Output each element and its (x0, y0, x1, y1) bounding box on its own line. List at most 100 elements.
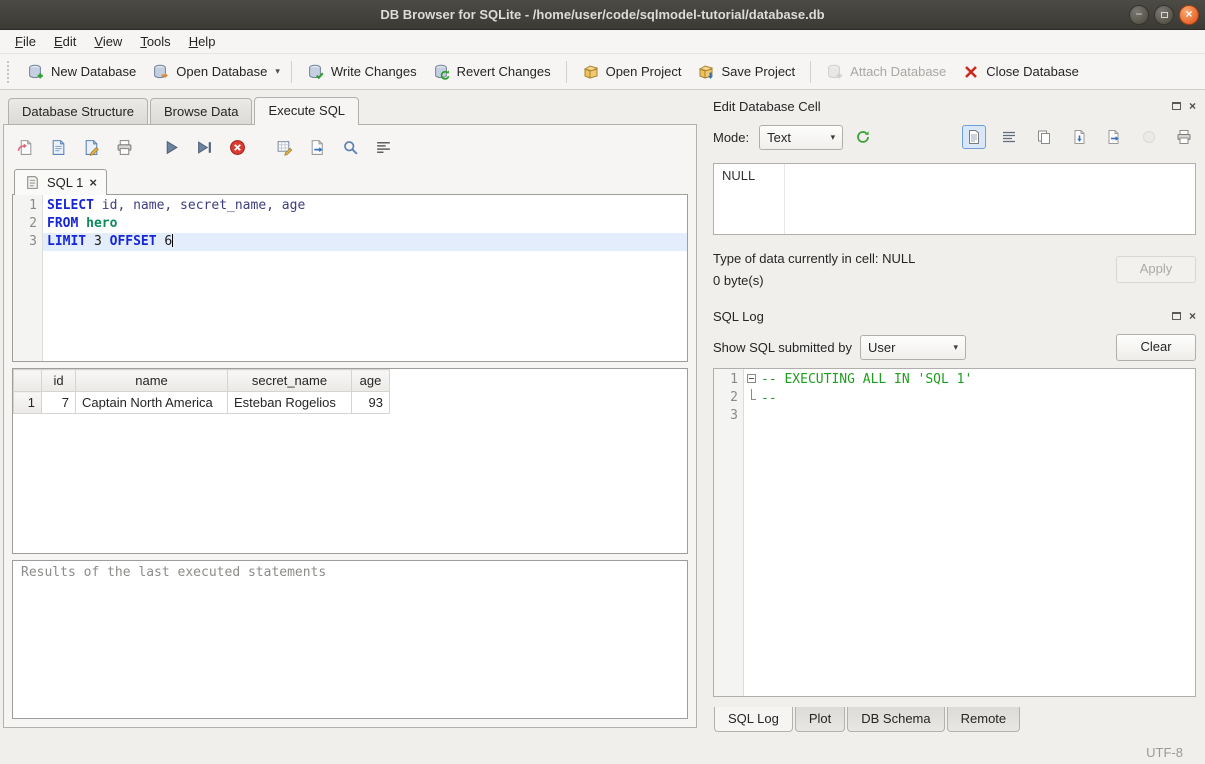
print-icon (116, 139, 133, 156)
text-document-icon (966, 129, 982, 145)
menu-file[interactable]: File (6, 31, 45, 52)
revert-changes-icon (433, 63, 451, 81)
results-message-box[interactable]: Results of the last executed statements (12, 560, 688, 719)
write-changes-button[interactable]: Write Changes (299, 58, 425, 86)
text-mode-button[interactable] (962, 125, 986, 149)
titlebar: DB Browser for SQLite - /home/user/code/… (0, 0, 1205, 30)
close-button[interactable]: × (1179, 5, 1199, 25)
encoding-indicator[interactable]: UTF-8 (1146, 745, 1183, 760)
find-replace-button[interactable] (339, 136, 361, 158)
editor-code-area[interactable]: SELECT id, name, secret_name, age FROM h… (43, 195, 687, 361)
line-number: 2 (13, 215, 37, 233)
sql-1-tab[interactable]: SQL 1 × (14, 169, 107, 195)
cell-secret-name[interactable]: Esteban Rogelios (228, 392, 352, 414)
row-header[interactable]: 1 (14, 392, 42, 414)
open-database-button[interactable]: Open Database (144, 58, 275, 86)
close-database-icon (962, 63, 980, 81)
open-database-dropdown[interactable]: ▾ (275, 64, 284, 79)
revert-changes-button[interactable]: Revert Changes (425, 58, 559, 86)
auto-update-button[interactable] (851, 125, 875, 149)
sql-log-header: SQL Log × (713, 306, 1196, 326)
attach-database-icon (826, 63, 844, 81)
tab-browse-data[interactable]: Browse Data (150, 98, 252, 124)
tab-plot[interactable]: Plot (795, 707, 845, 732)
print-cell-button[interactable] (1172, 125, 1196, 149)
edit-results-icon (276, 139, 293, 156)
dock-float-icon[interactable] (1172, 102, 1181, 110)
results-grid: id name secret_name age 1 7 Captain Nort… (12, 368, 688, 554)
open-sql-file-button[interactable] (14, 136, 36, 158)
right-pane: Edit Database Cell × Mode: Text ▾ (705, 90, 1205, 740)
log-line-1: -- EXECUTING ALL IN 'SQL 1' (744, 371, 1195, 389)
fold-tail-icon (751, 389, 756, 400)
submitter-combo-value: User (868, 340, 895, 355)
edit-cell-title: Edit Database Cell (713, 99, 1172, 114)
word-wrap-button[interactable] (997, 125, 1021, 149)
maximize-button[interactable] (1154, 5, 1174, 25)
chevron-down-icon: ▾ (831, 132, 836, 143)
attach-database-button: Attach Database (818, 58, 954, 86)
copy-icon (1036, 129, 1052, 145)
mode-combo[interactable]: Text ▾ (759, 125, 843, 150)
cell-editor-margin (784, 164, 785, 234)
menu-help[interactable]: Help (180, 31, 225, 52)
minimize-button[interactable]: − (1129, 5, 1149, 25)
open-project-button[interactable]: Open Project (574, 58, 690, 86)
window-close-icon: × (1185, 7, 1192, 21)
tab-remote[interactable]: Remote (947, 707, 1021, 732)
column-header-age[interactable]: age (352, 370, 390, 392)
edit-results-button[interactable] (273, 136, 295, 158)
tab-execute-sql[interactable]: Execute SQL (254, 97, 359, 125)
new-database-button[interactable]: New Database (19, 58, 144, 86)
toolbar-grip[interactable] (7, 61, 13, 83)
window-controls: − × (1129, 5, 1199, 25)
export-results-button[interactable] (306, 136, 328, 158)
tab-database-structure[interactable]: Database Structure (8, 98, 148, 124)
tab-close-icon[interactable]: × (89, 177, 97, 189)
close-database-button[interactable]: Close Database (954, 58, 1087, 86)
export-cell-data-button[interactable] (1102, 125, 1126, 149)
results-message-text: Results of the last executed statements (21, 565, 326, 580)
print-sql-button[interactable] (113, 136, 135, 158)
cell-age[interactable]: 93 (352, 392, 390, 414)
execute-all-button[interactable] (160, 136, 182, 158)
cell-id[interactable]: 7 (42, 392, 76, 414)
print-icon (1176, 129, 1192, 145)
execute-current-line-button[interactable] (193, 136, 215, 158)
format-sql-button[interactable] (372, 136, 394, 158)
menu-tools[interactable]: Tools (131, 31, 179, 52)
clear-log-button[interactable]: Clear (1116, 334, 1196, 361)
column-header-id[interactable]: id (42, 370, 76, 392)
tab-sql-log[interactable]: SQL Log (714, 707, 793, 732)
null-icon (1141, 129, 1157, 145)
stop-icon (229, 139, 246, 156)
stop-execution-button[interactable] (226, 136, 248, 158)
cell-editor[interactable]: NULL (713, 163, 1196, 235)
cell-name[interactable]: Captain North America (76, 392, 228, 414)
fold-marker-icon[interactable] (747, 374, 756, 383)
menu-edit[interactable]: Edit (45, 31, 85, 52)
import-cell-data-button[interactable] (1067, 125, 1091, 149)
copy-cell-button[interactable] (1032, 125, 1056, 149)
code-line-1: SELECT id, name, secret_name, age (43, 197, 687, 215)
results-header-row: id name secret_name age (14, 370, 390, 392)
save-sql-as-button[interactable] (80, 136, 102, 158)
export-icon (1106, 129, 1122, 145)
column-header-secret-name[interactable]: secret_name (228, 370, 352, 392)
dock-float-icon[interactable] (1172, 312, 1181, 320)
submitter-combo[interactable]: User ▾ (860, 335, 966, 360)
save-sql-file-button[interactable] (47, 136, 69, 158)
sql-editor[interactable]: 1 2 3 SELECT id, name, secret_name, age … (12, 194, 688, 362)
editor-line-numbers: 1 2 3 (13, 195, 43, 361)
column-header-name[interactable]: name (76, 370, 228, 392)
tab-db-schema[interactable]: DB Schema (847, 707, 944, 732)
code-line-3-current: LIMIT 3 OFFSET 6 (43, 233, 687, 251)
dock-close-icon[interactable]: × (1189, 311, 1196, 321)
menu-view[interactable]: View (85, 31, 131, 52)
save-project-label: Save Project (721, 64, 795, 79)
save-project-button[interactable]: Save Project (689, 58, 803, 86)
sql-log-view[interactable]: 1 2 3 -- EXECUTING ALL IN 'SQL 1' -- (713, 368, 1196, 697)
toolbar-separator (566, 61, 567, 83)
sql-log-title: SQL Log (713, 309, 1172, 324)
dock-close-icon[interactable]: × (1189, 101, 1196, 111)
